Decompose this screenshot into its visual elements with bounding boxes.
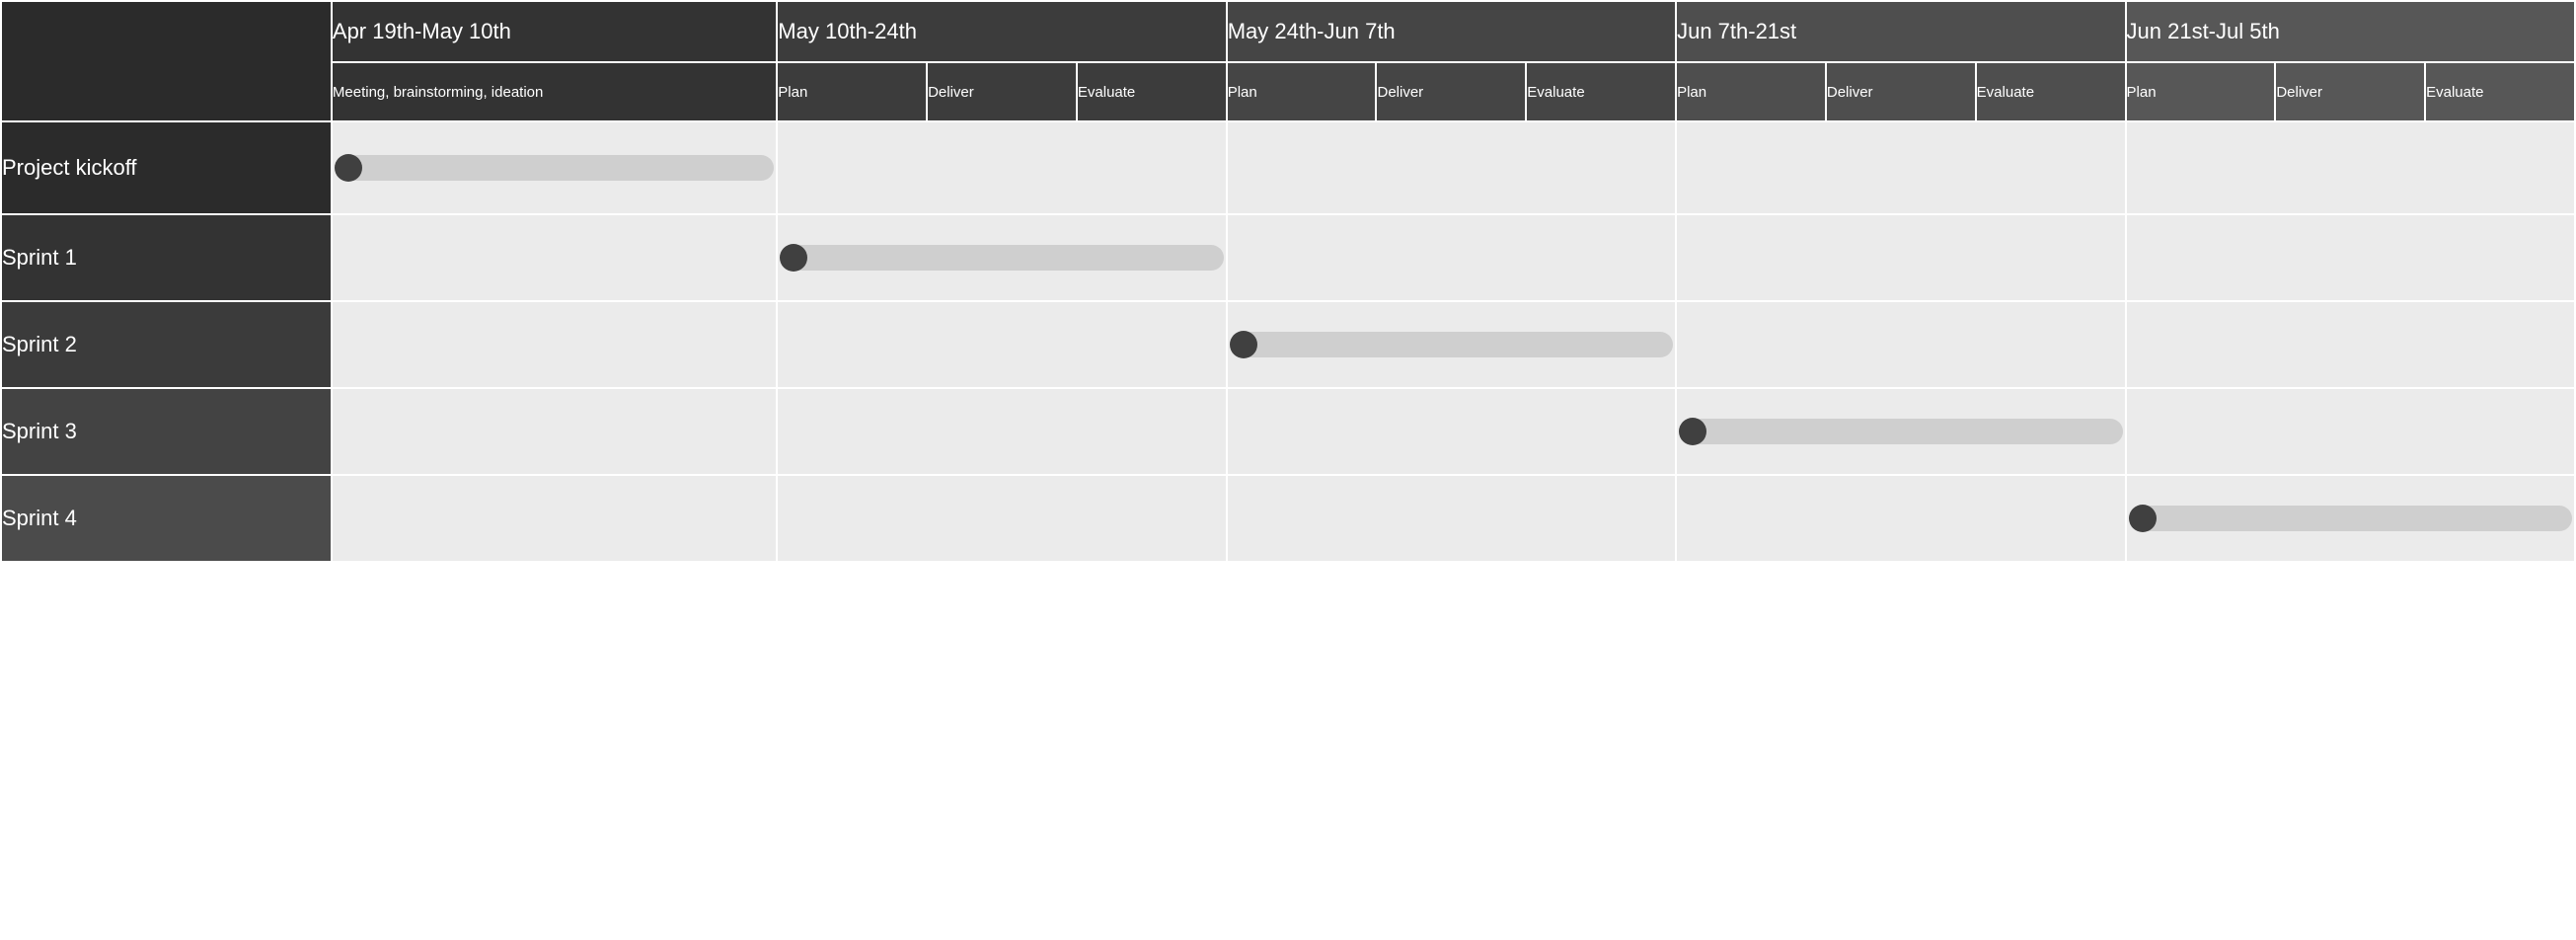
gantt-cell — [2127, 215, 2574, 300]
gantt-cell — [778, 122, 1225, 213]
gantt-cell — [778, 389, 1225, 474]
gantt-cell — [1677, 215, 2124, 300]
gantt-cell — [1677, 389, 2124, 474]
gantt-bar-track — [784, 245, 1223, 271]
row-header: Sprint 3 — [2, 389, 331, 474]
gantt-cell — [2127, 302, 2574, 387]
gantt-cell — [778, 215, 1225, 300]
gantt-bar — [335, 154, 774, 182]
gantt-bar-start-dot — [1679, 418, 1706, 445]
gantt-cell — [333, 215, 776, 300]
gantt-bar-start-dot — [1230, 331, 1257, 358]
row-header: Sprint 4 — [2, 476, 331, 561]
period-subheader: Meeting, brainstorming, ideation — [333, 63, 776, 120]
period-subheader: Plan — [2127, 63, 2275, 120]
gantt-cell — [333, 302, 776, 387]
gantt-cell — [2127, 389, 2574, 474]
gantt-chart: Apr 19th-May 10thMay 10th-24thMay 24th-J… — [0, 0, 2576, 563]
gantt-bar-start-dot — [2129, 505, 2157, 532]
gantt-bar — [2129, 505, 2572, 532]
gantt-cell — [1228, 302, 1675, 387]
gantt-bar-track — [1683, 419, 2122, 444]
period-header: Jun 7th-21st — [1677, 2, 2124, 61]
gantt-bar — [1679, 418, 2122, 445]
row-header: Sprint 1 — [2, 215, 331, 300]
gantt-cell — [2127, 476, 2574, 561]
gantt-cell — [1228, 476, 1675, 561]
row-header: Project kickoff — [2, 122, 331, 213]
gantt-bar-start-dot — [780, 244, 807, 272]
period-subheader: Evaluate — [1527, 63, 1675, 120]
gantt-cell — [1677, 476, 2124, 561]
period-subheader: Deliver — [1377, 63, 1525, 120]
gantt-cell — [1228, 389, 1675, 474]
gantt-cell — [333, 476, 776, 561]
gantt-cell — [1677, 122, 2124, 213]
period-header: Jun 21st-Jul 5th — [2127, 2, 2574, 61]
period-subheader: Deliver — [928, 63, 1076, 120]
period-subheader: Evaluate — [1078, 63, 1226, 120]
period-subheader: Evaluate — [2426, 63, 2574, 120]
gantt-cell — [1228, 122, 1675, 213]
gantt-bar-start-dot — [335, 154, 362, 182]
period-subheader: Deliver — [1827, 63, 1975, 120]
gantt-bar-track — [1234, 332, 1673, 357]
gantt-cell — [2127, 122, 2574, 213]
gantt-cell — [333, 122, 776, 213]
period-subheader: Deliver — [2276, 63, 2424, 120]
period-subheader: Plan — [778, 63, 926, 120]
period-header: May 24th-Jun 7th — [1228, 2, 1675, 61]
gantt-cell — [778, 302, 1225, 387]
period-header: May 10th-24th — [778, 2, 1225, 61]
gantt-cell — [778, 476, 1225, 561]
gantt-cell — [333, 389, 776, 474]
gantt-bar — [780, 244, 1223, 272]
gantt-bar-track — [339, 155, 774, 181]
period-header: Apr 19th-May 10th — [333, 2, 776, 61]
period-subheader: Evaluate — [1977, 63, 2125, 120]
period-subheader: Plan — [1677, 63, 1825, 120]
gantt-bar — [1230, 331, 1673, 358]
period-subheader: Plan — [1228, 63, 1376, 120]
gantt-cell — [1677, 302, 2124, 387]
gantt-bar-track — [2133, 506, 2572, 531]
row-header: Sprint 2 — [2, 302, 331, 387]
gantt-cell — [1228, 215, 1675, 300]
gantt-corner-cell — [2, 2, 331, 120]
